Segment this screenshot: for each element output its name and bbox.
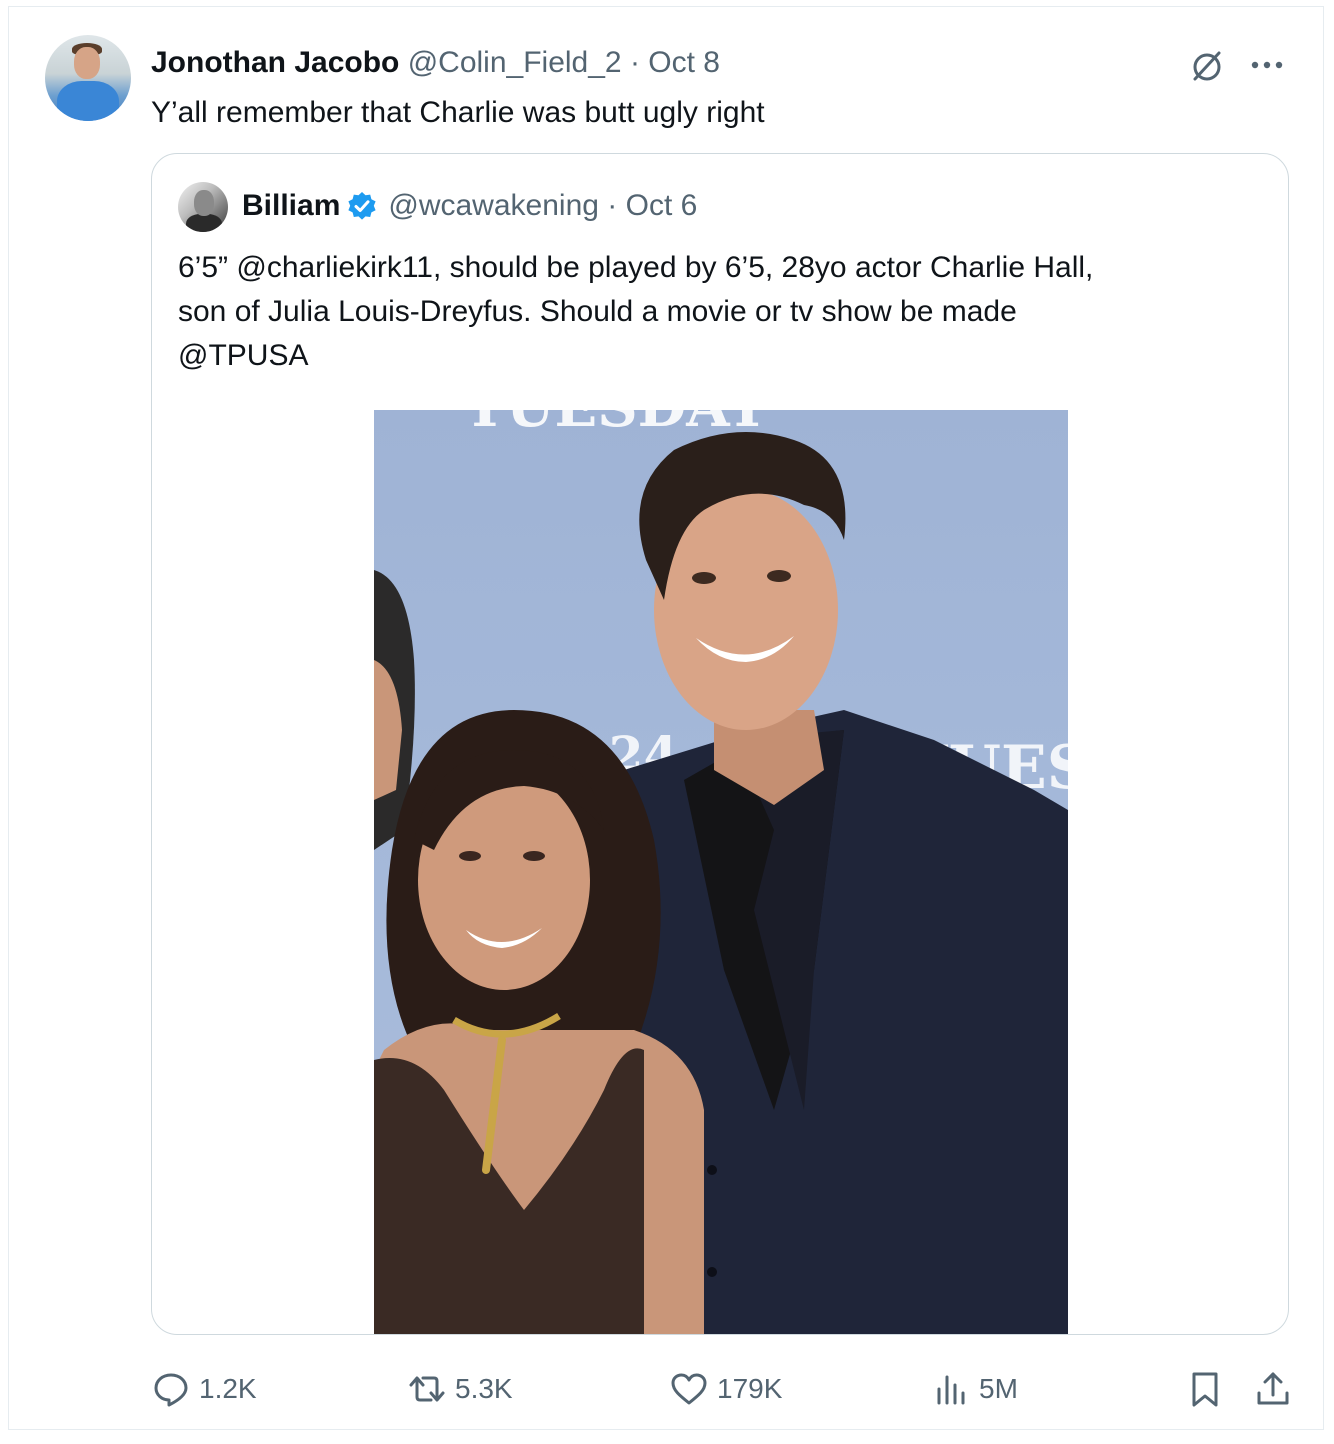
tweet-date[interactable]: Oct 8 (648, 46, 720, 79)
quoted-author-avatar[interactable] (178, 182, 228, 232)
tweet-text: Y’all remember that Charlie was butt ugl… (151, 96, 765, 129)
author-handle[interactable]: @Colin_Field_2 (408, 46, 622, 79)
quoted-text: 6’5” @charliekirk11, should be played by… (178, 246, 1258, 378)
author-avatar[interactable] (45, 35, 131, 121)
grok-slash-icon[interactable] (1187, 45, 1227, 85)
meta-separator: · (621, 46, 649, 79)
quoted-date[interactable]: Oct 6 (626, 188, 698, 224)
quoted-author-name[interactable]: Billiam (242, 188, 340, 224)
views-count: 5M (979, 1373, 1018, 1404)
repost-count: 5.3K (455, 1373, 513, 1404)
repost-button[interactable]: 5.3K (407, 1367, 513, 1411)
views-button[interactable]: 5M (931, 1367, 1018, 1411)
quoted-author-handle[interactable]: @wcawakening (388, 188, 599, 224)
reply-icon (154, 1373, 188, 1407)
author-name[interactable]: Jonothan Jacobo (151, 46, 399, 79)
bookmark-button[interactable] (1185, 1367, 1225, 1411)
tweet-header: Jonothan Jacobo @Colin_Field_2 · Oct 8 (151, 45, 720, 81)
meta-separator: · (598, 189, 626, 222)
verified-badge-icon (348, 192, 376, 220)
action-bar: 1.2K 5.3K 179K 5M (9, 1367, 1323, 1417)
like-count: 179K (717, 1373, 783, 1404)
more-dots-icon[interactable] (1245, 45, 1289, 85)
quoted-header: Billiam @wcawakening · Oct 6 (242, 188, 697, 224)
share-upload-icon (1257, 1372, 1289, 1405)
bookmark-icon (1192, 1372, 1218, 1407)
quoted-text-line: son of Julia Louis-Dreyfus. Should a mov… (178, 295, 1017, 328)
like-button[interactable]: 179K (669, 1367, 782, 1411)
tweet-card[interactable]: Jonothan Jacobo @Colin_Field_2 · Oct 8 Y… (8, 6, 1324, 1430)
quoted-text-line: 6’5” @charliekirk11, should be played by… (178, 251, 1094, 284)
reply-count: 1.2K (199, 1373, 257, 1404)
heart-icon (671, 1373, 707, 1405)
reply-button[interactable]: 1.2K (151, 1367, 257, 1411)
repost-icon (409, 1376, 445, 1402)
views-bars-icon (937, 1375, 965, 1405)
share-button[interactable] (1253, 1367, 1293, 1411)
quoted-photo[interactable]: TUESDAY A24 TUES (374, 410, 1068, 1334)
quoted-tweet[interactable]: Billiam @wcawakening · Oct 6 6’5” @charl… (151, 153, 1289, 1335)
quoted-text-line: @TPUSA (178, 339, 309, 372)
